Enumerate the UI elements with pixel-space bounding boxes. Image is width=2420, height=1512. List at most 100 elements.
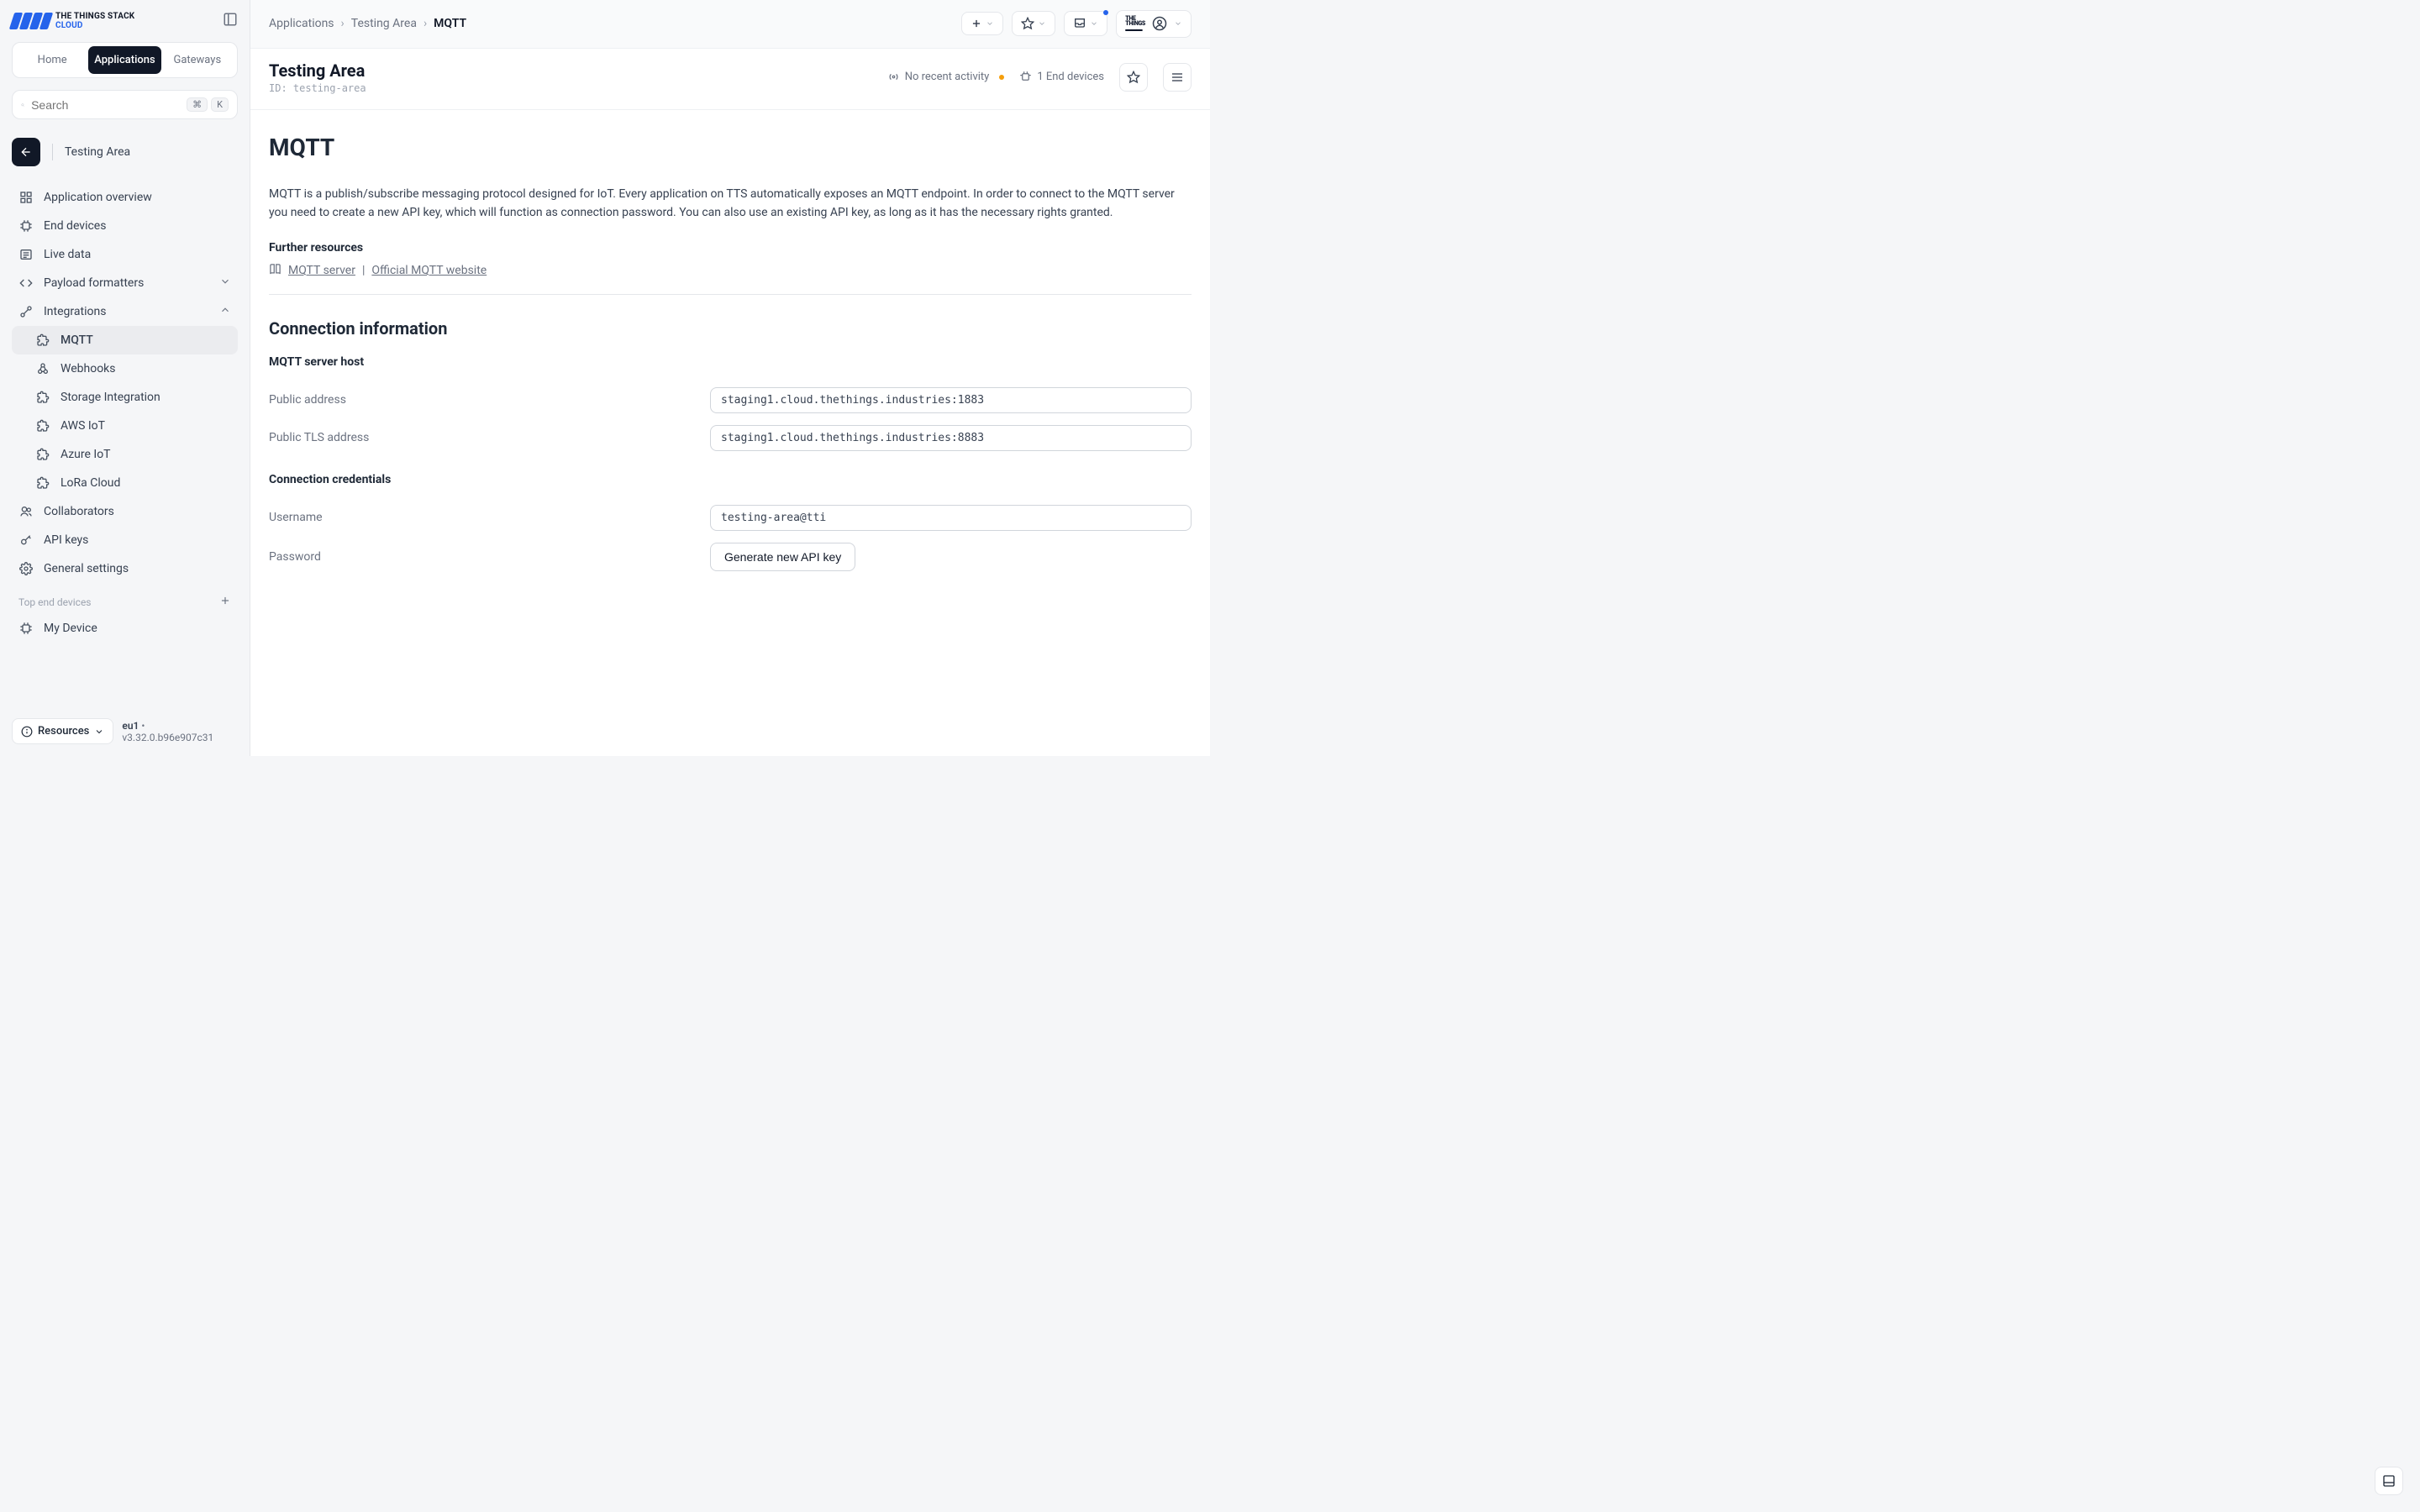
context-title: Testing Area [65, 145, 130, 159]
chevron-down-icon [94, 727, 104, 737]
nav-application-overview[interactable]: Application overview [12, 183, 238, 212]
nav-my-device[interactable]: My Device [12, 614, 238, 643]
page-description: MQTT is a publish/subscribe messaging pr… [269, 185, 1192, 223]
app-id: ID: testing-area [269, 82, 366, 94]
nav-general-settings[interactable]: General settings [12, 554, 238, 583]
top-end-devices-label: Top end devices [12, 583, 238, 614]
nav-lora-cloud[interactable]: LoRa Cloud [12, 469, 238, 497]
logo-text: THE THINGS STACK CLOUD [55, 12, 134, 30]
puzzle-icon [35, 390, 50, 405]
nav-payload-formatters[interactable]: Payload formatters [12, 269, 238, 297]
nav-integrations[interactable]: Integrations [12, 297, 238, 326]
end-devices-count[interactable]: 1 End devices [1019, 71, 1104, 83]
puzzle-icon [35, 447, 50, 462]
nav-webhooks[interactable]: Webhooks [12, 354, 238, 383]
users-icon [18, 504, 34, 519]
credentials-heading: Connection credentials [269, 473, 1192, 486]
top-tabs: Home Applications Gateways [12, 42, 238, 78]
nav-live-data[interactable]: Live data [12, 240, 238, 269]
chip-icon [18, 218, 34, 234]
nav-api-keys[interactable]: API keys [12, 526, 238, 554]
shortcut-k: K [211, 97, 229, 112]
arrow-left-icon [19, 145, 33, 159]
server-host-heading: MQTT server host [269, 355, 1192, 369]
link-mqtt-server[interactable]: MQTT server [288, 264, 355, 277]
further-resources-heading: Further resources [269, 241, 1192, 255]
menu-icon [1171, 71, 1184, 84]
public-tls-field[interactable] [710, 425, 1192, 451]
list-icon [18, 247, 34, 262]
version-label: eu1 • v3.32.0.b96e907c31 [122, 720, 238, 743]
puzzle-icon [35, 418, 50, 433]
password-label: Password [269, 550, 710, 564]
chevron-down-icon [1174, 19, 1182, 28]
sidebar-collapse-icon[interactable] [223, 12, 238, 30]
star-menu-button[interactable] [1012, 11, 1055, 36]
grid-icon [18, 190, 34, 205]
public-address-field[interactable] [710, 387, 1192, 413]
shortcut-cmd: ⌘ [187, 97, 208, 112]
chip-icon [18, 621, 34, 636]
puzzle-icon [35, 475, 50, 491]
notification-dot [1103, 10, 1108, 15]
key-icon [18, 533, 34, 548]
chevron-down-icon [219, 276, 231, 291]
account-button[interactable]: THETHINGS▬▬▬ [1116, 10, 1192, 38]
star-icon [1021, 17, 1034, 30]
search-icon [21, 98, 24, 112]
public-address-label: Public address [269, 393, 710, 407]
broadcast-icon [887, 71, 900, 83]
add-button[interactable] [961, 12, 1003, 35]
breadcrumb-current: MQTT [434, 17, 466, 30]
breadcrumbs: Applications › Testing Area › MQTT [269, 17, 466, 30]
public-tls-label: Public TLS address [269, 431, 710, 444]
username-label: Username [269, 511, 710, 524]
logo-icon [12, 13, 50, 29]
tab-applications[interactable]: Applications [88, 46, 160, 74]
breadcrumb-applications[interactable]: Applications [269, 17, 334, 30]
activity-status: No recent activity [887, 71, 1005, 83]
nav-azure-iot[interactable]: Azure IoT [12, 440, 238, 469]
inbox-icon [1073, 17, 1086, 30]
chevron-down-icon [1090, 19, 1098, 28]
app-title: Testing Area [269, 60, 366, 81]
nav-end-devices[interactable]: End devices [12, 212, 238, 240]
puzzle-icon [35, 333, 50, 348]
inbox-button[interactable] [1064, 11, 1107, 36]
star-icon [1127, 71, 1140, 84]
favorite-button[interactable] [1119, 63, 1148, 92]
link-official-mqtt[interactable]: Official MQTT website [371, 264, 487, 277]
resources-button[interactable]: Resources [12, 718, 113, 744]
nav-aws-iot[interactable]: AWS IoT [12, 412, 238, 440]
chip-icon [1019, 71, 1032, 83]
search-input[interactable] [31, 98, 183, 112]
panel-bottom-icon [2382, 1474, 2396, 1488]
breadcrumb-testing-area[interactable]: Testing Area [351, 17, 417, 30]
tti-logo-icon: THETHINGS▬▬▬ [1125, 16, 1145, 32]
webhook-icon [35, 361, 50, 376]
chevron-down-icon [986, 19, 994, 28]
brand-logo[interactable]: THE THINGS STACK CLOUD [12, 12, 134, 30]
menu-button[interactable] [1163, 63, 1192, 92]
user-circle-icon [1152, 16, 1167, 31]
integration-icon [18, 304, 34, 319]
chevron-up-icon [219, 304, 231, 319]
nav-mqtt[interactable]: MQTT [12, 326, 238, 354]
nav-storage-integration[interactable]: Storage Integration [12, 383, 238, 412]
book-icon [269, 263, 281, 279]
tab-gateways[interactable]: Gateways [161, 46, 234, 74]
help-panel-button[interactable] [2375, 1467, 2403, 1495]
username-field[interactable] [710, 505, 1192, 531]
back-button[interactable] [12, 138, 40, 166]
search-box[interactable]: ⌘ K [12, 90, 238, 119]
generate-api-key-button[interactable]: Generate new API key [710, 543, 855, 571]
nav-collaborators[interactable]: Collaborators [12, 497, 238, 526]
plus-icon [971, 18, 982, 29]
gear-icon [18, 561, 34, 576]
connection-info-heading: Connection information [269, 318, 1192, 339]
code-icon [18, 276, 34, 291]
chevron-down-icon [1038, 19, 1046, 28]
tab-home[interactable]: Home [16, 46, 88, 74]
add-end-device-button[interactable] [219, 595, 231, 609]
info-icon [21, 726, 33, 738]
